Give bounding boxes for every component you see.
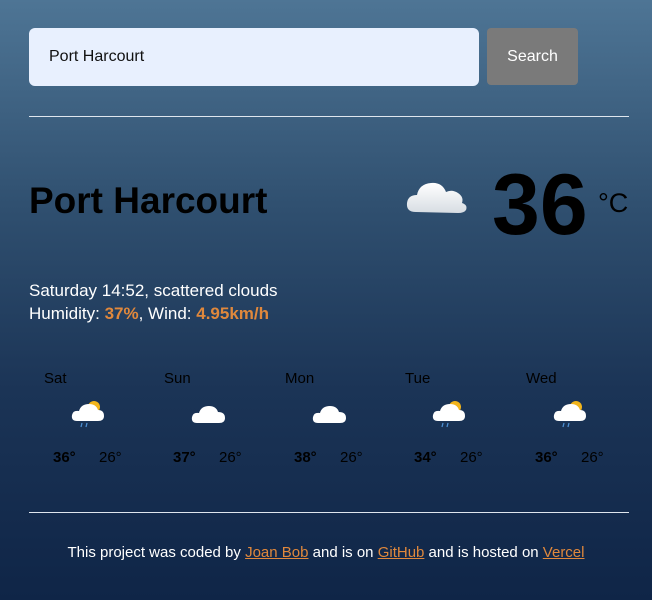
forecast-day: Wed 36° 26° (511, 370, 621, 470)
forecast-min-temp: 26° (581, 449, 604, 466)
humidity-wind-line: Humidity: 37%, Wind: 4.95km/h (29, 302, 278, 325)
rain-sun-icon (553, 401, 586, 428)
bottom-divider (29, 512, 629, 513)
wind-value: 4.95km/h (196, 304, 269, 323)
forecast-max-temp: 36° (53, 449, 76, 466)
rain-sun-icon (71, 401, 104, 428)
wind-label: , Wind: (138, 304, 197, 323)
footer-text: and is on (308, 544, 378, 561)
search-button[interactable]: Search (487, 28, 578, 85)
humidity-label: Humidity: (29, 304, 105, 323)
cloud-icon (191, 406, 225, 423)
forecast-min-temp: 26° (340, 449, 363, 466)
github-link[interactable]: GitHub (378, 544, 425, 561)
forecast-max-temp: 34° (414, 449, 437, 466)
forecast-day: Sat 36° 26° (29, 370, 139, 470)
forecast-min-temp: 26° (99, 449, 122, 466)
forecast: Sat 36° 26° Sun 37° 26° Mon 38° 26° Tue (29, 370, 629, 470)
humidity-value: 37% (104, 304, 139, 323)
date-description: Saturday 14:52, scattered clouds (29, 281, 278, 300)
forecast-day-name: Tue (405, 370, 431, 387)
forecast-day: Mon 38° 26° (270, 370, 380, 470)
forecast-day-name: Wed (526, 370, 557, 387)
footer-text: This project was coded by (67, 544, 246, 561)
temperature-unit[interactable]: °C (598, 188, 628, 219)
search-form: Search (29, 28, 579, 86)
footer-text: and is hosted on (424, 544, 543, 561)
forecast-day: Tue 34° 26° (390, 370, 500, 470)
forecast-min-temp: 26° (219, 449, 242, 466)
author-link[interactable]: Joan Bob (245, 544, 308, 561)
rain-sun-icon (432, 401, 465, 428)
search-input[interactable] (29, 28, 479, 86)
city-name: Port Harcourt (29, 180, 268, 221)
forecast-day-name: Sun (164, 370, 191, 387)
forecast-max-temp: 36° (535, 449, 558, 466)
forecast-day: Sun 37° 26° (149, 370, 259, 470)
cloud-icon (406, 182, 467, 213)
top-divider (29, 116, 629, 117)
forecast-day-name: Sat (44, 370, 67, 387)
forecast-max-temp: 37° (173, 449, 196, 466)
current-temperature: 36 (492, 157, 588, 253)
host-link[interactable]: Vercel (543, 544, 585, 561)
footer: This project was coded by Joan Bob and i… (0, 544, 652, 561)
weather-details: Saturday 14:52, scattered clouds Humidit… (29, 279, 278, 325)
forecast-min-temp: 26° (460, 449, 483, 466)
cloud-icon (312, 406, 346, 423)
forecast-max-temp: 38° (294, 449, 317, 466)
forecast-day-name: Mon (285, 370, 315, 387)
